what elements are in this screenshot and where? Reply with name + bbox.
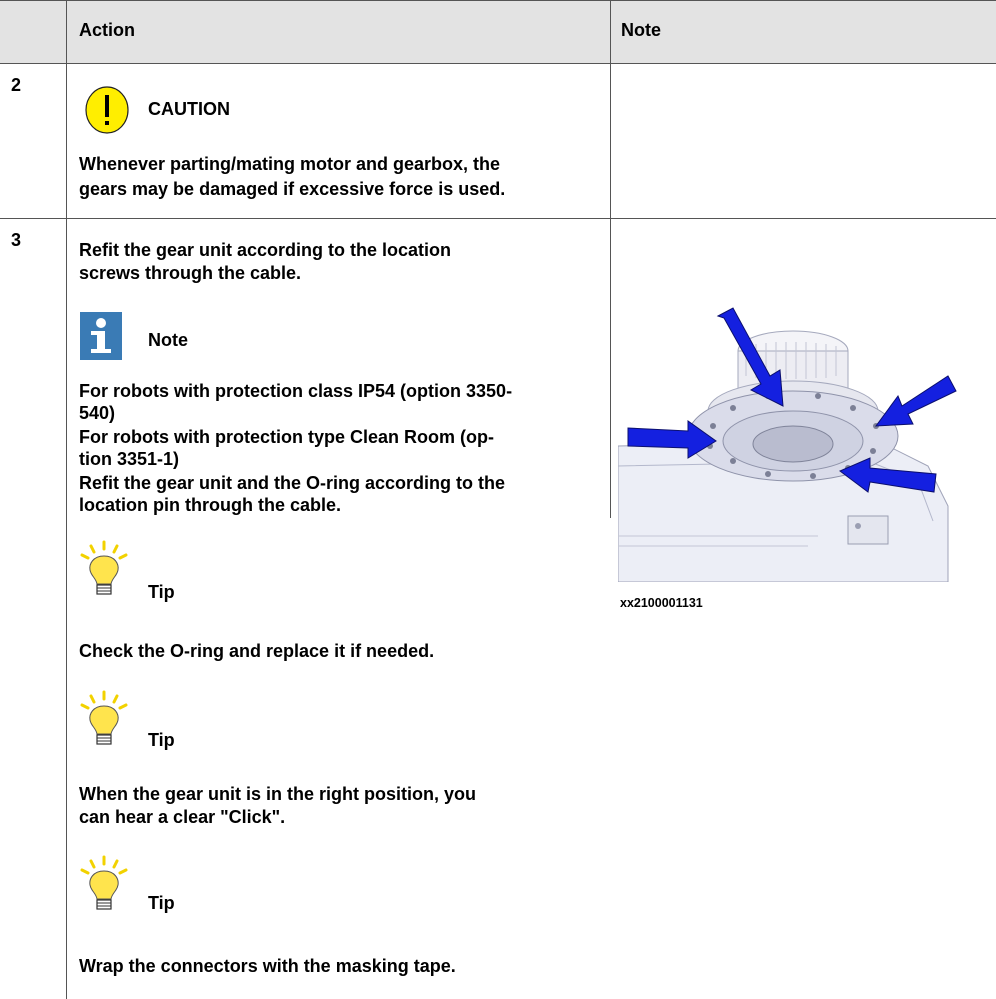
column-divider-note-upper bbox=[610, 0, 611, 218]
lightbulb-icon bbox=[80, 855, 128, 910]
step-number: 2 bbox=[11, 75, 22, 95]
tip-title: Tip bbox=[148, 730, 175, 750]
tip-text-line: Check the O-ring and replace it if neede… bbox=[79, 641, 435, 661]
instruction-line: Refit the gear unit according to the loc… bbox=[79, 240, 452, 260]
tip-text-line: When the gear unit is in the right posit… bbox=[79, 784, 476, 804]
header-action: Action bbox=[79, 20, 135, 40]
table-border-top bbox=[0, 0, 996, 1]
lightbulb-icon bbox=[80, 540, 128, 595]
info-icon bbox=[80, 312, 122, 360]
figure-id: xx2100001131 bbox=[620, 596, 703, 610]
instruction-line: screws through the cable. bbox=[79, 263, 302, 283]
step-number: 3 bbox=[11, 230, 22, 250]
row-divider bbox=[0, 218, 996, 219]
tip-title: Tip bbox=[148, 893, 175, 913]
tip-text-line: Wrap the connectors with the masking tap… bbox=[79, 956, 456, 976]
column-divider-step bbox=[66, 0, 67, 999]
note-line: For robots with protection class IP54 (o… bbox=[79, 381, 513, 401]
caution-icon bbox=[85, 86, 129, 134]
tip-text-line: can hear a clear "Click". bbox=[79, 807, 286, 827]
note-line: tion 3351-1) bbox=[79, 449, 180, 469]
procedure-table: Action Note 2 CAUTION Whenever parting/m… bbox=[0, 0, 996, 999]
column-divider-note-lower bbox=[610, 218, 611, 518]
caution-text-line: Whenever parting/mating motor and gearbo… bbox=[79, 154, 501, 174]
header-note: Note bbox=[621, 20, 661, 40]
table-header bbox=[0, 0, 996, 63]
note-line: location pin through the cable. bbox=[79, 495, 342, 515]
tip-title: Tip bbox=[148, 582, 175, 602]
note-title: Note bbox=[148, 330, 188, 350]
gear-unit-illustration bbox=[618, 296, 968, 582]
caution-text-line: gears may be damaged if excessive force … bbox=[79, 179, 506, 199]
header-divider bbox=[0, 63, 996, 64]
note-line: 540) bbox=[79, 403, 116, 423]
caution-title: CAUTION bbox=[148, 99, 230, 119]
lightbulb-icon bbox=[80, 690, 128, 745]
note-line: Refit the gear unit and the O-ring accor… bbox=[79, 473, 506, 493]
note-line: For robots with protection type Clean Ro… bbox=[79, 427, 494, 447]
